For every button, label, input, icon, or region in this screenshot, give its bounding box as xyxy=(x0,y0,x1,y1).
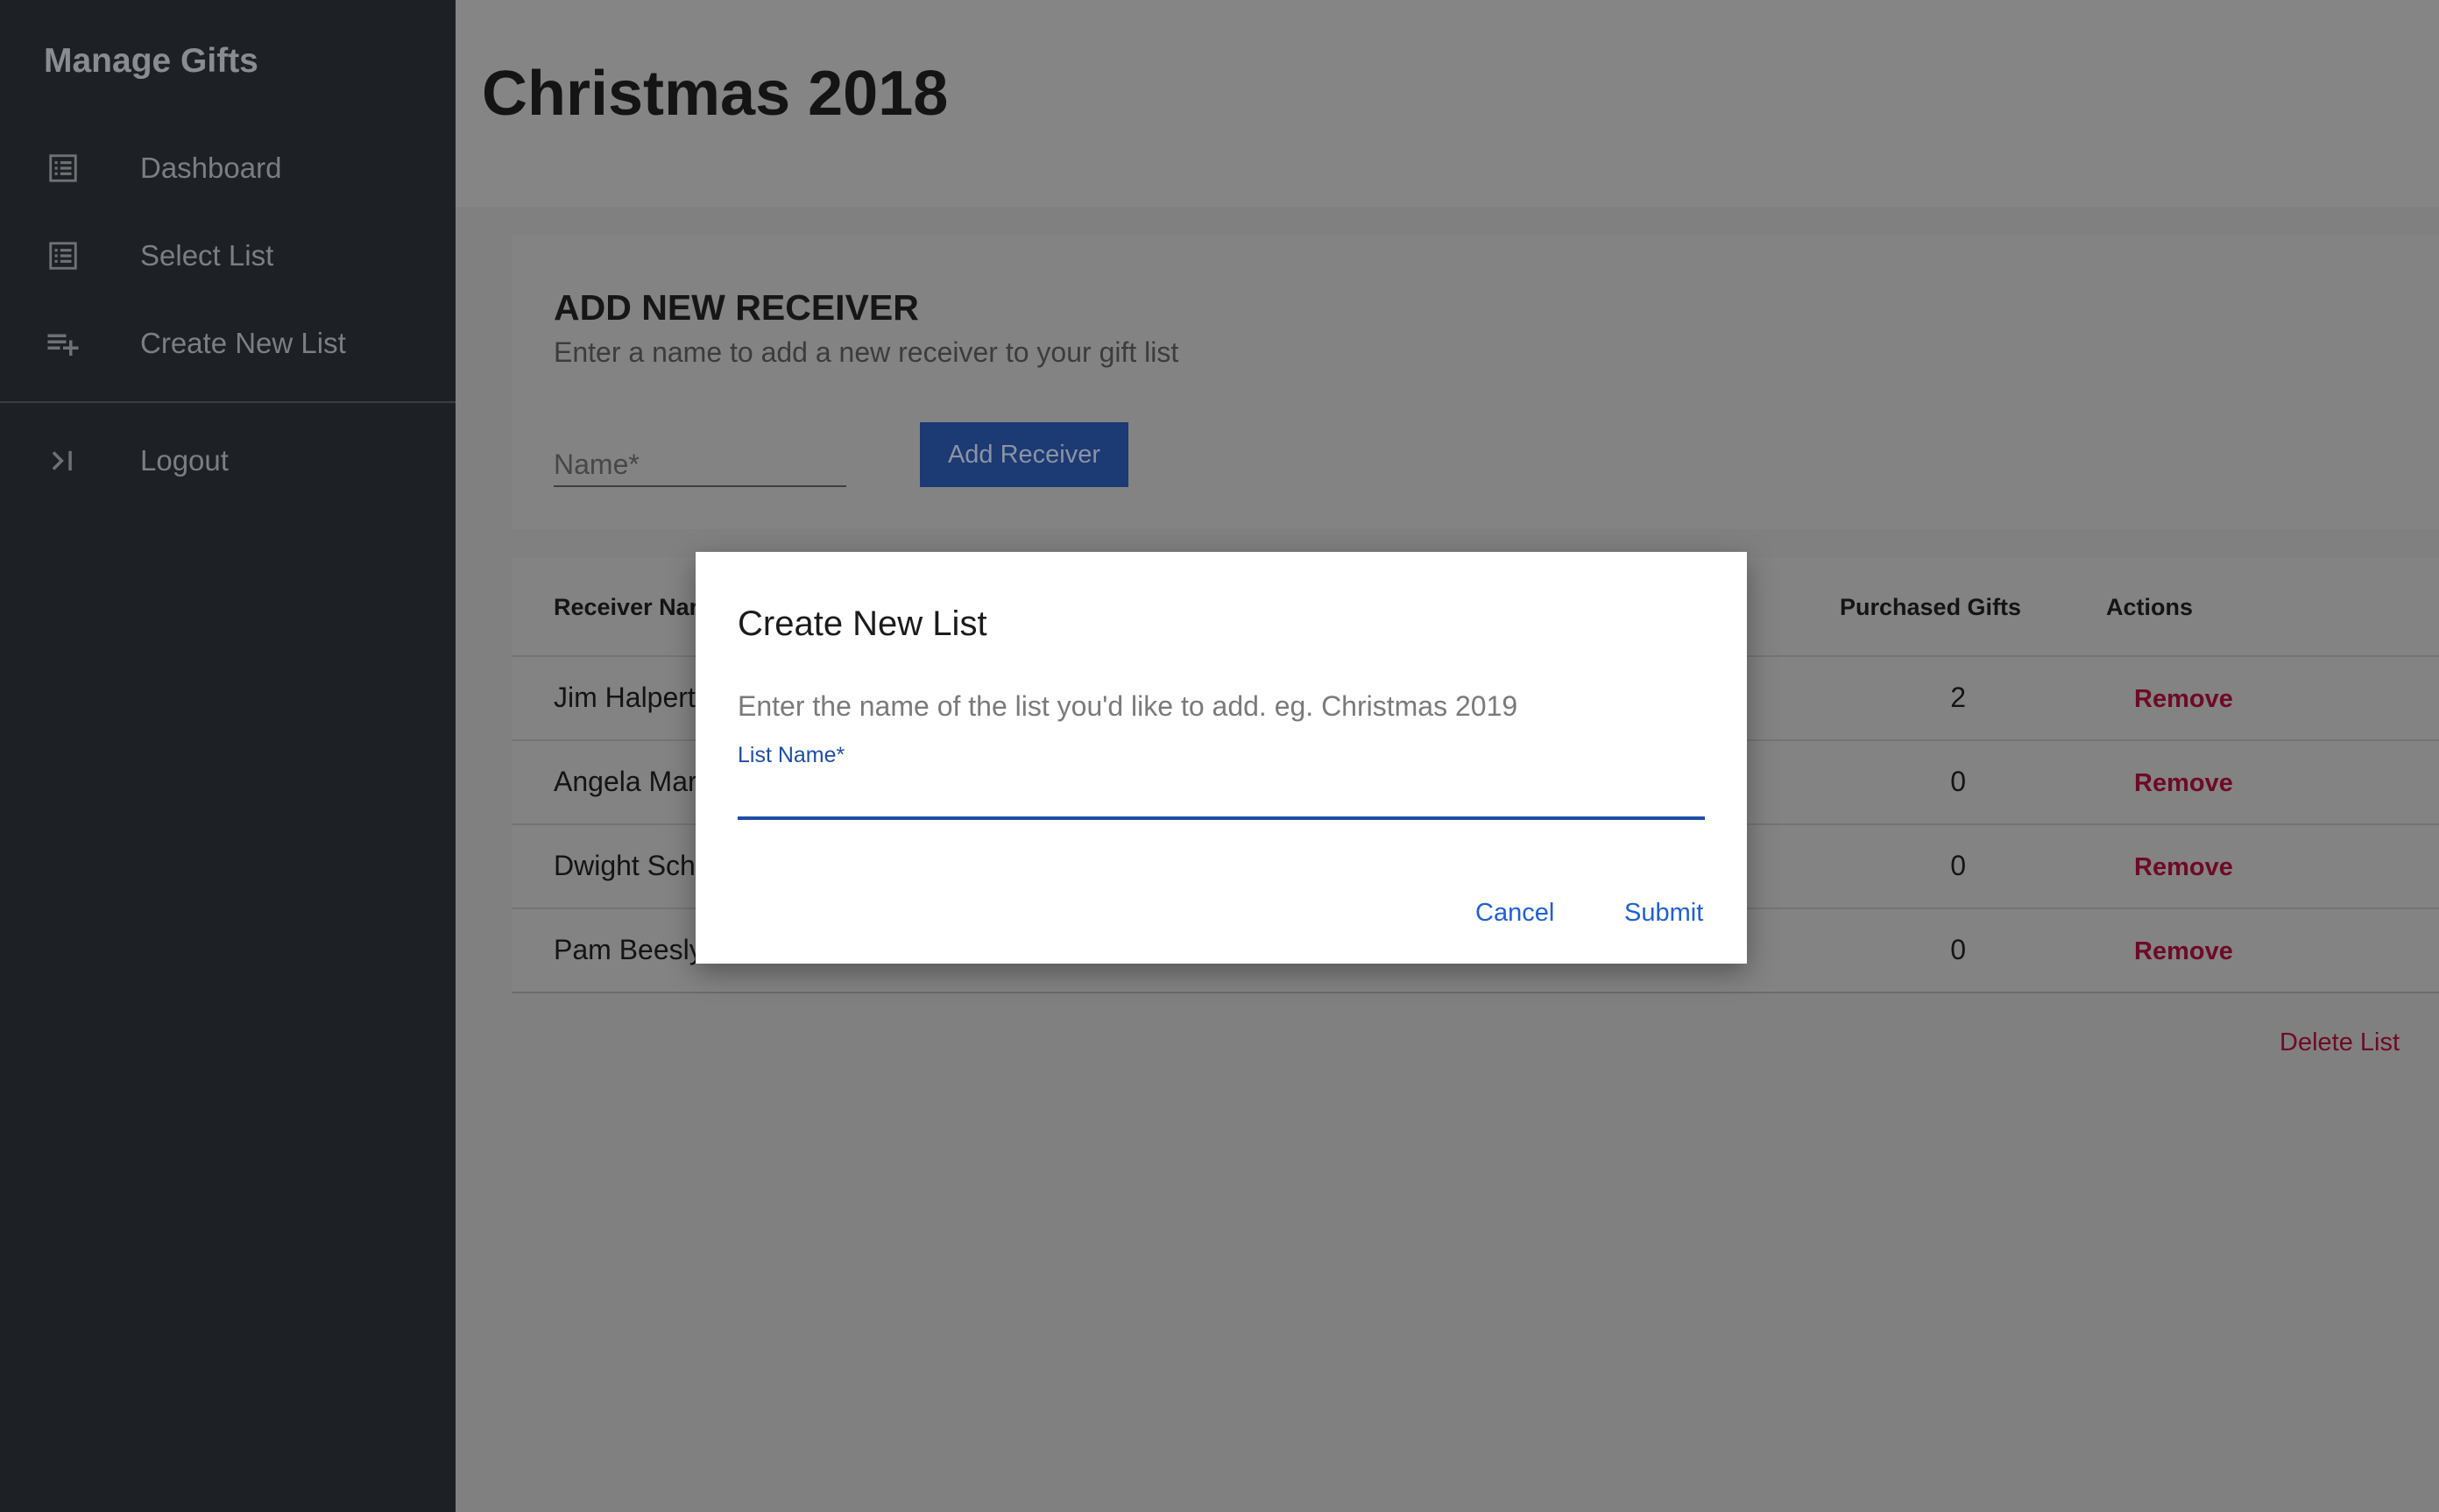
purchased-count: 2 xyxy=(1950,682,1966,713)
sidebar-item-create-new-list[interactable]: Create New List xyxy=(0,308,456,378)
add-receiver-button[interactable]: Add Receiver xyxy=(920,422,1128,487)
sidebar-item-label: Create New List xyxy=(140,327,346,359)
receiver-name: Jim Halpert xyxy=(554,682,696,713)
sidebar-item-dashboard[interactable]: Dashboard xyxy=(0,133,456,203)
sidebar-title: Manage Gifts xyxy=(44,42,258,80)
add-receiver-card: ADD NEW RECEIVER Enter a name to add a n… xyxy=(512,235,2439,529)
remove-button[interactable]: Remove xyxy=(2134,853,2233,882)
column-header-receiver-name[interactable]: Receiver Nar xyxy=(554,594,698,621)
remove-button[interactable]: Remove xyxy=(2134,769,2233,798)
sidebar-divider xyxy=(0,401,456,403)
add-receiver-subtitle: Enter a name to add a new receiver to yo… xyxy=(554,336,1179,368)
receiver-name: Angela Mar xyxy=(554,766,697,797)
list-name-input[interactable] xyxy=(738,769,1705,820)
dialog-description: Enter the name of the list you'd like to… xyxy=(738,690,1518,722)
add-receiver-title: ADD NEW RECEIVER xyxy=(554,287,919,328)
receiver-name: Dwight Sch xyxy=(554,850,696,881)
list-icon xyxy=(44,237,82,275)
sidebar: Manage Gifts Dashboard Select List Creat… xyxy=(0,0,456,1512)
remove-button[interactable]: Remove xyxy=(2134,685,2233,714)
app: Manage Gifts Dashboard Select List Creat… xyxy=(0,0,2439,1512)
purchased-count: 0 xyxy=(1950,766,1966,797)
purchased-count: 0 xyxy=(1950,850,1966,881)
cancel-button[interactable]: Cancel xyxy=(1475,899,1554,928)
delete-list-button[interactable]: Delete List xyxy=(2280,1028,2400,1057)
page-header: Christmas 2018 xyxy=(456,0,2439,207)
list-icon xyxy=(44,149,82,187)
column-header-actions: Actions xyxy=(2106,594,2194,620)
submit-button[interactable]: Submit xyxy=(1624,899,1703,928)
logout-icon xyxy=(44,442,82,480)
name-field xyxy=(554,427,846,487)
receiver-name: Pam Beesly xyxy=(554,934,703,965)
create-list-dialog: Create New List Enter the name of the li… xyxy=(696,552,1747,964)
remove-button[interactable]: Remove xyxy=(2134,937,2233,966)
sidebar-item-select-list[interactable]: Select List xyxy=(0,221,456,291)
column-header-purchased-gifts[interactable]: Purchased Gifts xyxy=(1840,594,2021,621)
sidebar-item-logout[interactable]: Logout xyxy=(0,426,456,496)
dialog-title: Create New List xyxy=(738,604,987,643)
name-input[interactable] xyxy=(554,427,846,485)
sidebar-item-label: Logout xyxy=(140,444,229,477)
list-name-label: List Name* xyxy=(738,743,845,767)
sidebar-item-label: Dashboard xyxy=(140,152,282,184)
sidebar-item-label: Select List xyxy=(140,239,274,272)
playlist-add-icon xyxy=(44,324,82,363)
row-divider xyxy=(512,992,2439,993)
page-title: Christmas 2018 xyxy=(482,59,949,129)
purchased-count: 0 xyxy=(1950,934,1966,965)
